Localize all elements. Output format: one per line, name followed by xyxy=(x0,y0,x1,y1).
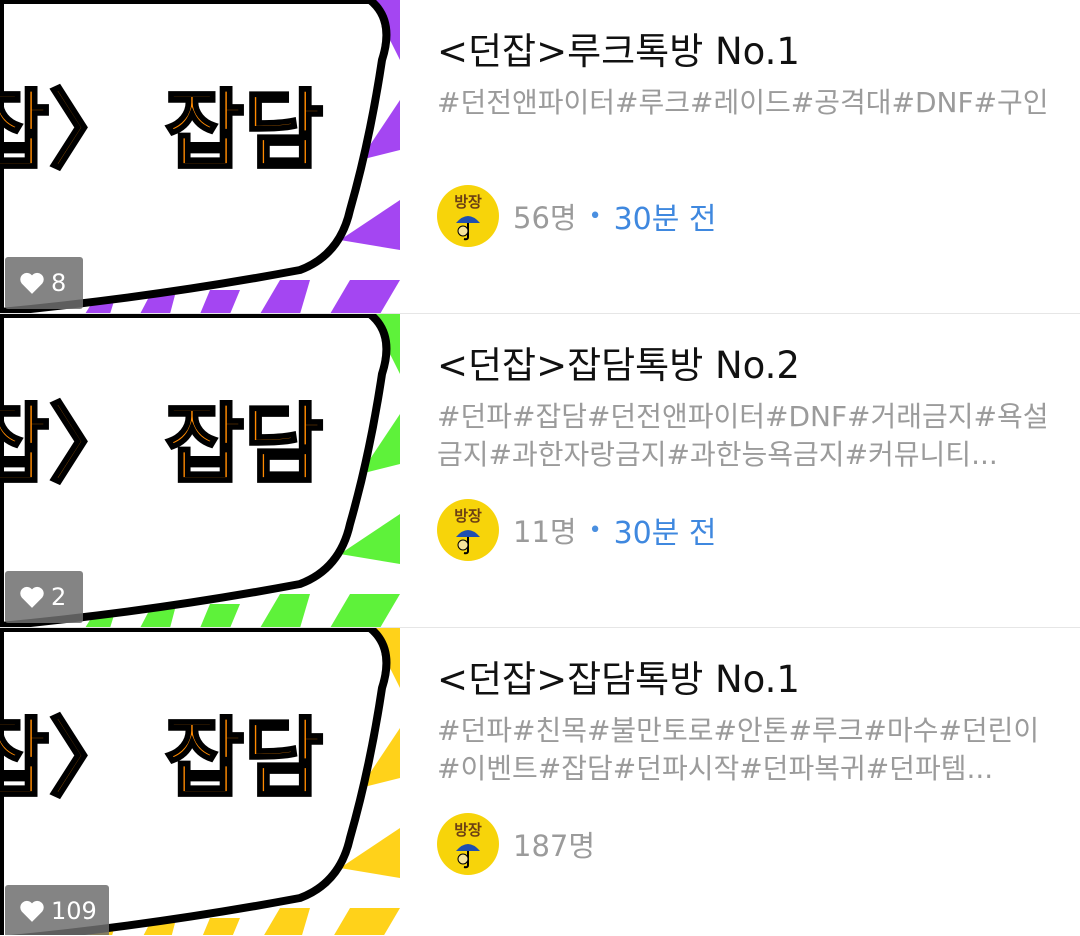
umbrella-icon xyxy=(456,216,480,241)
chatroom-thumbnail: 잡〉 잡담 2 xyxy=(0,314,400,627)
chatroom-title[interactable]: <던잡>잡담톡방 No.2 xyxy=(437,342,1052,390)
separator-dot: • xyxy=(588,517,602,543)
chatroom-item[interactable]: 잡〉 잡담 2 <던잡>잡담톡방 No.2 #던파#잡담#던전앤파이터#DNF#… xyxy=(0,314,1080,628)
chatroom-title[interactable]: <던잡>잡담톡방 No.1 xyxy=(437,656,1052,704)
chatroom-list: 잡〉 잡담 8 <던잡>루크톡방 No.1 #던전앤파이터#루크#레이드#공격대… xyxy=(0,0,1080,935)
chatroom-title[interactable]: <던잡>루크톡방 No.1 xyxy=(437,28,1052,76)
avatar-label: 방장 xyxy=(454,193,482,211)
owner-avatar[interactable]: 방장 xyxy=(437,813,499,875)
likes-count: 2 xyxy=(51,583,67,611)
likes-badge: 8 xyxy=(5,257,83,309)
chatroom-tags: #던전앤파이터#루크#레이드#공격대#DNF#구인 xyxy=(437,86,1049,119)
avatar-label: 방장 xyxy=(454,507,482,525)
member-count: 187명 xyxy=(513,829,596,863)
member-count: 11명 xyxy=(513,515,577,549)
thumb-logo-text: 잡〉 잡담 xyxy=(0,709,323,809)
chatroom-tags: #던파#친목#불만토로#안톤#루크#마수#던린이#이벤트#잡담#던파시작#던파복… xyxy=(437,714,1040,785)
chatroom-thumbnail: 잡〉 잡담 8 xyxy=(0,0,400,313)
chatroom-thumbnail: 잡〉 잡담 109 xyxy=(0,628,400,935)
last-active-time: 30분 전 xyxy=(613,516,717,551)
chatroom-item[interactable]: 잡〉 잡담 109 <던잡>잡담톡방 No.1 #던파#친목#불만토로#안톤#루… xyxy=(0,628,1080,935)
chatroom-item[interactable]: 잡〉 잡담 8 <던잡>루크톡방 No.1 #던전앤파이터#루크#레이드#공격대… xyxy=(0,0,1080,314)
likes-count: 8 xyxy=(51,269,67,297)
owner-avatar[interactable]: 방장 xyxy=(437,185,499,247)
member-count: 56명 xyxy=(513,201,577,235)
likes-badge: 109 xyxy=(5,885,109,935)
chatroom-tags: #던파#잡담#던전앤파이터#DNF#거래금지#욕설금지#과한자랑금지#과한능욕금… xyxy=(437,400,1049,471)
separator-dot: • xyxy=(588,203,602,229)
heart-icon xyxy=(20,900,44,922)
thumb-logo-text: 잡〉 잡담 xyxy=(0,395,323,495)
umbrella-icon xyxy=(456,530,480,555)
owner-avatar[interactable]: 방장 xyxy=(437,499,499,561)
likes-count: 109 xyxy=(51,897,97,925)
thumb-logo-text: 잡〉 잡담 xyxy=(0,81,323,181)
heart-icon xyxy=(20,586,44,608)
umbrella-icon xyxy=(456,844,480,869)
avatar-label: 방장 xyxy=(454,821,482,839)
likes-badge: 2 xyxy=(5,571,83,623)
heart-icon xyxy=(20,272,44,294)
last-active-time: 30분 전 xyxy=(613,202,717,237)
